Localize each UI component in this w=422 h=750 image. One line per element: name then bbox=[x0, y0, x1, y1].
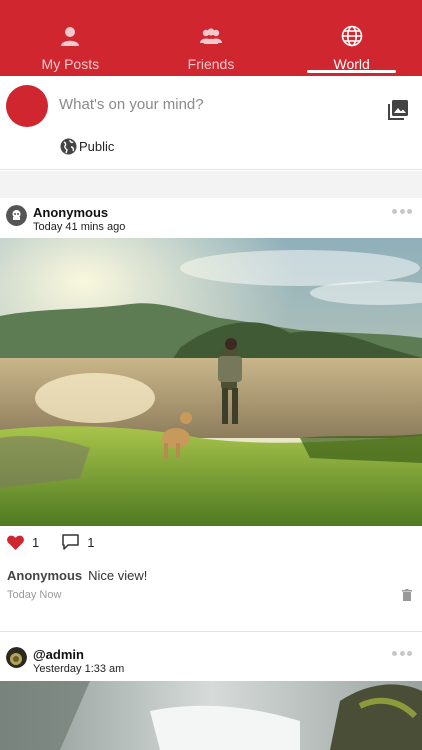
comment-count: 1 bbox=[87, 534, 95, 550]
post-header: Anonymous Today 41 mins ago bbox=[0, 199, 422, 237]
compose-input[interactable]: What's on your mind? bbox=[59, 96, 204, 113]
comment-row: Anonymous Nice view! bbox=[7, 568, 147, 583]
comment-text: Nice view! bbox=[88, 568, 148, 583]
trash-icon[interactable] bbox=[402, 588, 412, 601]
feed-spacer bbox=[0, 171, 422, 198]
globe-icon bbox=[340, 24, 364, 48]
divider bbox=[0, 631, 422, 632]
anonymous-avatar-icon[interactable] bbox=[6, 205, 27, 226]
post-actions: 1 1 bbox=[0, 530, 422, 554]
post-timestamp: Yesterday 1:33 am bbox=[33, 663, 125, 675]
post-composer: What's on your mind? Public bbox=[0, 76, 422, 170]
like-button[interactable]: 1 bbox=[7, 535, 39, 550]
post-header: @admin Yesterday 1:33 am bbox=[0, 641, 422, 679]
comment-timestamp: Today Now bbox=[7, 589, 62, 601]
photo-library-icon[interactable] bbox=[386, 98, 410, 122]
post-photo[interactable] bbox=[0, 681, 422, 750]
post-photo[interactable] bbox=[0, 238, 422, 526]
person-icon bbox=[58, 24, 82, 48]
group-icon bbox=[199, 24, 223, 48]
tab-friends[interactable]: Friends bbox=[141, 0, 282, 76]
active-tab-indicator bbox=[307, 70, 397, 73]
more-options-icon[interactable] bbox=[392, 207, 412, 215]
tab-label: Friends bbox=[187, 56, 235, 72]
post-timestamp: Today 41 mins ago bbox=[33, 221, 126, 233]
comment-author[interactable]: Anonymous bbox=[7, 568, 82, 583]
heart-icon bbox=[7, 535, 24, 550]
top-tab-bar: My Posts Friends World bbox=[0, 0, 422, 76]
like-count: 1 bbox=[32, 534, 40, 550]
avatar[interactable] bbox=[6, 85, 48, 127]
tab-label: My Posts bbox=[41, 56, 100, 72]
comment-button[interactable]: 1 bbox=[62, 534, 94, 550]
tab-my-posts[interactable]: My Posts bbox=[0, 0, 141, 76]
post-author[interactable]: @admin bbox=[33, 647, 84, 662]
comment-icon bbox=[62, 534, 79, 550]
privacy-selector[interactable]: Public bbox=[60, 138, 114, 155]
privacy-label: Public bbox=[79, 139, 115, 154]
admin-avatar[interactable] bbox=[6, 647, 27, 668]
globe-icon bbox=[60, 138, 77, 155]
post-author[interactable]: Anonymous bbox=[33, 205, 108, 220]
tab-world[interactable]: World bbox=[281, 0, 422, 76]
more-options-icon[interactable] bbox=[392, 649, 412, 657]
